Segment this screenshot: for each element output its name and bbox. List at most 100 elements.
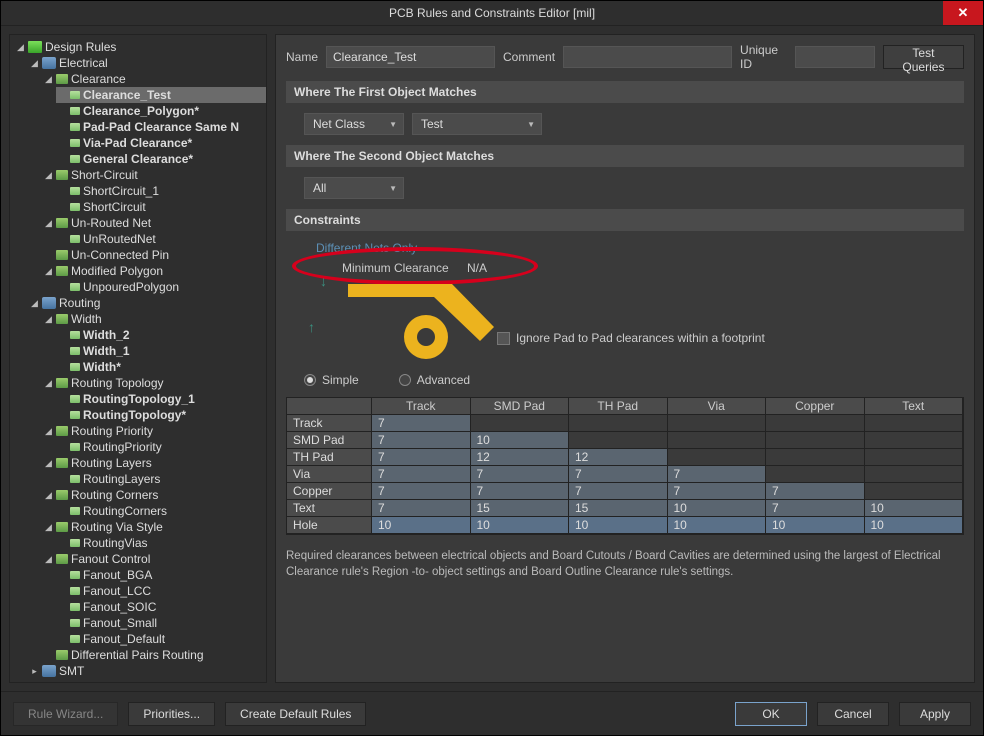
grid-cell[interactable]: 10 <box>668 500 767 517</box>
grid-cell[interactable]: 12 <box>471 449 570 466</box>
close-button[interactable]: ✕ <box>943 1 983 25</box>
grid-cell <box>865 415 964 432</box>
create-default-rules-button[interactable]: Create Default Rules <box>225 702 366 726</box>
tree-item[interactable]: Pad-Pad Clearance Same N <box>56 119 266 135</box>
grid-col-header: Text <box>865 398 964 415</box>
first-object-type-combo[interactable]: Net Class▼ <box>304 113 404 135</box>
tree-item[interactable]: ShortCircuit <box>56 199 266 215</box>
comment-input[interactable] <box>563 46 732 68</box>
grid-cell <box>766 466 865 483</box>
grid-cell[interactable]: 7 <box>668 483 767 500</box>
grid-row-header: Text <box>287 500 372 517</box>
tree-rprio[interactable]: ◢Routing Priority <box>42 423 266 439</box>
tree-routing[interactable]: ◢Routing <box>28 295 266 311</box>
grid-cell[interactable]: 7 <box>569 466 668 483</box>
tree-item[interactable]: Width* <box>56 359 266 375</box>
grid-cell[interactable]: 10 <box>569 517 668 534</box>
cancel-button[interactable]: Cancel <box>817 702 889 726</box>
tree-item[interactable]: UnpouredPolygon <box>56 279 266 295</box>
tree-item[interactable]: RoutingPriority <box>56 439 266 455</box>
grid-cell[interactable]: 7 <box>372 415 471 432</box>
tree-item[interactable]: RoutingVias <box>56 535 266 551</box>
grid-cell[interactable]: 10 <box>766 517 865 534</box>
grid-cell[interactable]: 7 <box>372 500 471 517</box>
tree-item[interactable]: Fanout_Default <box>56 631 266 647</box>
min-clearance-label: Minimum Clearance <box>342 261 449 275</box>
tree-item[interactable]: RoutingTopology_1 <box>56 391 266 407</box>
tree-item[interactable]: Fanout_Small <box>56 615 266 631</box>
tree-root[interactable]: ◢Design Rules <box>14 39 266 55</box>
tree-item[interactable]: Width_2 <box>56 327 266 343</box>
grid-cell[interactable]: 7 <box>569 483 668 500</box>
second-object-type-combo[interactable]: All▼ <box>304 177 404 199</box>
tree-item[interactable]: Fanout_LCC <box>56 583 266 599</box>
grid-cell[interactable]: 7 <box>766 500 865 517</box>
name-input[interactable] <box>326 46 495 68</box>
grid-cell[interactable]: 7 <box>471 466 570 483</box>
tree-item[interactable]: Fanout_SOIC <box>56 599 266 615</box>
grid-cell[interactable]: 7 <box>766 483 865 500</box>
grid-cell[interactable]: 7 <box>372 432 471 449</box>
grid-cell[interactable]: 10 <box>471 517 570 534</box>
grid-cell[interactable]: 10 <box>668 517 767 534</box>
mode-simple-radio[interactable]: Simple <box>304 373 359 387</box>
grid-cell <box>766 415 865 432</box>
ignore-pad-label: Ignore Pad to Pad clearances within a fo… <box>516 331 765 345</box>
tree-item[interactable]: UnRoutedNet <box>56 231 266 247</box>
tree-short-circuit[interactable]: ◢Short-Circuit <box>42 167 266 183</box>
tree-item[interactable]: Via-Pad Clearance* <box>56 135 266 151</box>
grid-cell[interactable]: 15 <box>569 500 668 517</box>
tree-item[interactable]: RoutingLayers <box>56 471 266 487</box>
min-clearance-value: N/A <box>467 261 487 275</box>
grid-cell <box>865 432 964 449</box>
tree-rcorners[interactable]: ◢Routing Corners <box>42 487 266 503</box>
grid-cell[interactable]: 10 <box>372 517 471 534</box>
tree-diffpair[interactable]: Differential Pairs Routing <box>42 647 266 663</box>
tree-rlayers[interactable]: ◢Routing Layers <box>42 455 266 471</box>
rule-header-row: Name Comment Unique ID Test Queries <box>286 43 964 71</box>
ok-button[interactable]: OK <box>735 702 807 726</box>
clearance-diagram: Minimum Clearance N/A ↓ ↑ Ignore Pad to … <box>302 261 964 361</box>
grid-cell[interactable]: 10 <box>471 432 570 449</box>
grid-cell[interactable]: 12 <box>569 449 668 466</box>
rule-wizard-button[interactable]: Rule Wizard... <box>13 702 118 726</box>
tree-smt[interactable]: ▸SMT <box>28 663 266 679</box>
grid-cell[interactable]: 7 <box>372 449 471 466</box>
tree-electrical[interactable]: ◢Electrical <box>28 55 266 71</box>
mode-advanced-radio[interactable]: Advanced <box>399 373 470 387</box>
tree-item[interactable]: Fanout_BGA <box>56 567 266 583</box>
tree-width[interactable]: ◢Width <box>42 311 266 327</box>
grid-cell[interactable]: 10 <box>865 500 964 517</box>
first-object-value-combo[interactable]: Test▼ <box>412 113 542 135</box>
grid-cell[interactable]: 7 <box>471 483 570 500</box>
tree-fanout[interactable]: ◢Fanout Control <box>42 551 266 567</box>
grid-cell[interactable]: 7 <box>372 483 471 500</box>
tree-unrouted[interactable]: ◢Un-Routed Net <box>42 215 266 231</box>
ignore-pad-checkbox-row[interactable]: Ignore Pad to Pad clearances within a fo… <box>497 331 765 345</box>
tree-item-clearance-test[interactable]: Clearance_Test <box>56 87 266 103</box>
grid-cell[interactable]: 15 <box>471 500 570 517</box>
tree-rvia[interactable]: ◢Routing Via Style <box>42 519 266 535</box>
priorities-button[interactable]: Priorities... <box>128 702 215 726</box>
checkbox[interactable] <box>497 332 510 345</box>
grid-cell[interactable]: 7 <box>372 466 471 483</box>
grid-row-header: Hole <box>287 517 372 534</box>
tree-item[interactable]: Clearance_Polygon* <box>56 103 266 119</box>
titlebar: PCB Rules and Constraints Editor [mil] ✕ <box>1 1 983 26</box>
rules-tree[interactable]: ◢Design Rules ◢Electrical ◢Clearance Cle… <box>9 34 267 683</box>
grid-cell <box>569 415 668 432</box>
tree-item[interactable]: RoutingTopology* <box>56 407 266 423</box>
tree-item[interactable]: General Clearance* <box>56 151 266 167</box>
tree-item[interactable]: Width_1 <box>56 343 266 359</box>
tree-item[interactable]: RoutingCorners <box>56 503 266 519</box>
tree-clearance[interactable]: ◢Clearance <box>42 71 266 87</box>
uniqueid-input[interactable] <box>795 46 875 68</box>
tree-item[interactable]: ShortCircuit_1 <box>56 183 266 199</box>
tree-modpoly[interactable]: ◢Modified Polygon <box>42 263 266 279</box>
test-queries-button[interactable]: Test Queries <box>883 45 964 69</box>
grid-cell[interactable]: 7 <box>668 466 767 483</box>
tree-rtopo[interactable]: ◢Routing Topology <box>42 375 266 391</box>
tree-unconnected[interactable]: Un-Connected Pin <box>42 247 266 263</box>
apply-button[interactable]: Apply <box>899 702 971 726</box>
grid-cell[interactable]: 10 <box>865 517 964 534</box>
